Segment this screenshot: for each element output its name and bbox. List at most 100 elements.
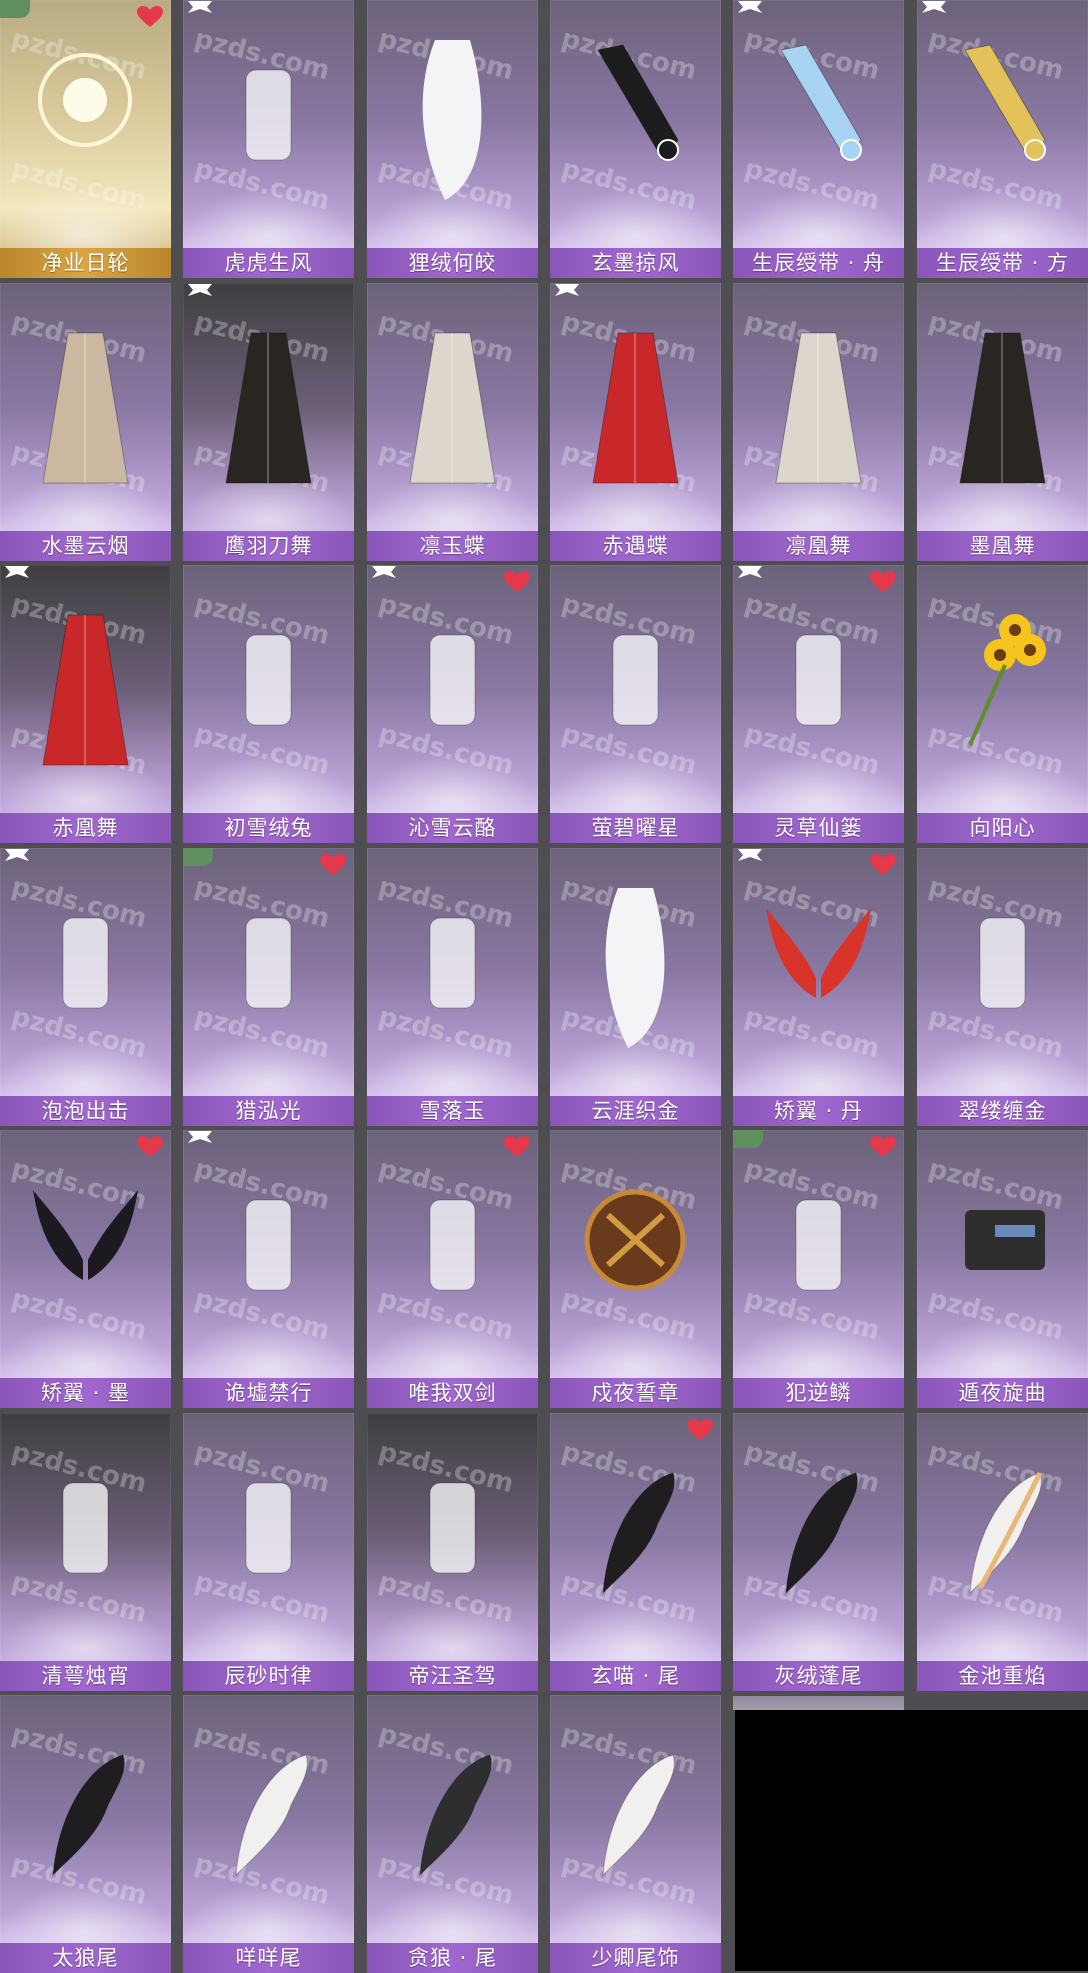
item-name-label: 辰砂时律 [183,1661,354,1691]
item-card[interactable]: pzds.com pzds.com 帝汪圣驾 [367,1413,538,1691]
item-name-label: 戍夜誓章 [550,1378,721,1408]
corner-badge-icon [738,566,762,578]
emblem-icon [578,1160,693,1350]
item-card[interactable]: pzds.com pzds.com 净业日轮 [0,0,171,278]
hourglass-icon [211,1443,326,1633]
item-card[interactable]: pzds.com pzds.com 戍夜誓章 [550,1130,721,1408]
item-name-label: 矫翼 · 墨 [0,1378,171,1408]
item-card[interactable]: pzds.com pzds.com 雪落玉 [367,848,538,1126]
item-card[interactable]: pzds.compzds.com赤遇蝶 [550,283,721,561]
black-cape-icon [211,313,326,503]
corner-badge-icon [555,284,579,296]
item-name-label: 遁夜旋曲 [917,1378,1088,1408]
item-card[interactable]: pzds.com pzds.com 辰砂时律 [183,1413,354,1691]
item-card[interactable]: pzds.com pzds.com 向阳心 [917,565,1088,843]
item-card[interactable]: pzds.compzds.com狸绒何皎 [367,0,538,278]
dark-feather-cape-icon [945,313,1060,503]
item-name-label: 猎泓光 [183,1096,354,1126]
item-name-label: 唯我双剑 [367,1378,538,1408]
item-card[interactable]: pzds.compzds.com云涯织金 [550,848,721,1126]
tiger-sweater-icon [211,30,326,220]
favorite-heart-icon[interactable] [687,1419,713,1441]
item-card[interactable]: pzds.com pzds.com 虎虎生风 [183,0,354,278]
item-card[interactable]: pzds.com pzds.com 初雪绒兔 [183,565,354,843]
item-name-label: 矫翼 · 丹 [733,1096,904,1126]
item-name-label: 虎虎生风 [183,248,354,278]
hair-ornament-icon [578,878,693,1068]
item-card[interactable]: pzds.compzds.com凛玉蝶 [367,283,538,561]
item-name-label: 赤凰舞 [0,813,171,843]
favorite-heart-icon[interactable] [870,571,896,593]
red-lantern-icon [211,1160,326,1350]
item-card[interactable]: pzds.com pzds.com 猎泓光 [183,848,354,1126]
favorite-heart-icon[interactable] [504,1136,530,1158]
corner-badge-icon [922,1,946,13]
item-card[interactable]: pzds.com pzds.com 咩咩尾 [183,1695,354,1973]
item-card[interactable]: pzds.com pzds.com 犯逆鳞 [733,1130,904,1408]
favorite-heart-icon[interactable] [137,1136,163,1158]
favorite-heart-icon[interactable] [504,571,530,593]
item-card[interactable]: pzds.compzds.com鹰羽刀舞 [183,283,354,561]
gold-sash-icon [945,30,1060,220]
item-card[interactable]: pzds.compzds.com玄墨掠风 [550,0,721,278]
white-butterfly-icon [395,313,510,503]
item-card[interactable]: pzds.com pzds.com 灰绒蓬尾 [733,1413,904,1691]
corner-badge-icon [5,566,29,578]
item-name-label: 赤遇蝶 [550,531,721,561]
white-tail-icon [211,1725,326,1915]
item-card[interactable]: pzds.com pzds.com 太狼尾 [0,1695,171,1973]
item-card[interactable]: pzds.com pzds.com 玄喵 · 尾 [550,1413,721,1691]
item-name-label: 少卿尾饰 [550,1943,721,1973]
favorite-heart-icon[interactable] [320,854,346,876]
favorite-heart-icon[interactable] [137,6,163,28]
item-card[interactable]: pzds.com pzds.com 矫翼 · 墨 [0,1130,171,1408]
item-card[interactable]: pzds.com pzds.com 遁夜旋曲 [917,1130,1088,1408]
item-card[interactable]: pzds.compzds.com凛凰舞 [733,283,904,561]
item-card[interactable]: pzds.com pzds.com 少卿尾饰 [550,1695,721,1973]
item-name-label: 金池重焰 [917,1661,1088,1691]
favorite-heart-icon[interactable] [870,1136,896,1158]
item-card[interactable]: pzds.com pzds.com 萤碧曜星 [550,565,721,843]
ink-robe-icon [28,313,143,503]
corner-badge-icon [738,1,762,13]
item-name-label: 灰绒蓬尾 [733,1661,904,1691]
item-name-label: 雪落玉 [367,1096,538,1126]
green-tag-icon [733,1130,763,1148]
item-name-label: 翠缕缠金 [917,1096,1088,1126]
sunflower-icon [945,595,1060,785]
long-white-tail-icon [578,1725,693,1915]
item-card[interactable]: pzds.com pzds.com 泡泡出击 [0,848,171,1126]
item-card[interactable]: pzds.com pzds.com 贪狼 · 尾 [367,1695,538,1973]
item-card[interactable]: pzds.com pzds.com 唯我双剑 [367,1130,538,1408]
corner-badge-icon [188,1,212,13]
item-card[interactable]: pzds.com pzds.com 翠缕缠金 [917,848,1088,1126]
item-name-label: 沁雪云酪 [367,813,538,843]
item-name-label: 水墨云烟 [0,531,171,561]
item-card[interactable]: pzds.com pzds.com 灵草仙篓 [733,565,904,843]
item-card[interactable]: pzds.com pzds.com 清萼烛宵 [0,1413,171,1691]
black-scarf-icon [578,30,693,220]
light-wisp-icon [211,878,326,1068]
flute-icon [395,878,510,1068]
item-card[interactable]: pzds.compzds.com生辰绶带 · 方 [917,0,1088,278]
favorite-heart-icon[interactable] [870,854,896,876]
corner-badge-icon [188,284,212,296]
item-name-label: 生辰绶带 · 舟 [733,248,904,278]
silver-necklace-icon [761,1160,876,1350]
item-name-label: 初雪绒兔 [183,813,354,843]
item-card[interactable]: pzds.com pzds.com 矫翼 · 丹 [733,848,904,1126]
red-cape-icon [28,595,143,785]
item-name-label: 帝汪圣驾 [367,1661,538,1691]
item-card[interactable]: pzds.com pzds.com 诡墟禁行 [183,1130,354,1408]
item-card[interactable]: pzds.com pzds.com 金池重焰 [917,1413,1088,1691]
item-card[interactable]: pzds.compzds.com生辰绶带 · 舟 [733,0,904,278]
item-name-label: 贪狼 · 尾 [367,1943,538,1973]
item-name-label: 向阳心 [917,813,1088,843]
bubble-gun-icon [28,878,143,1068]
item-card[interactable]: pzds.compzds.com水墨云烟 [0,283,171,561]
item-card[interactable]: pzds.compzds.com墨凰舞 [917,283,1088,561]
item-name-label: 清萼烛宵 [0,1661,171,1691]
item-card[interactable]: pzds.com pzds.com 沁雪云酪 [367,565,538,843]
item-card[interactable]: pzds.compzds.com赤凰舞 [0,565,171,843]
cream-tail-icon [945,1443,1060,1633]
